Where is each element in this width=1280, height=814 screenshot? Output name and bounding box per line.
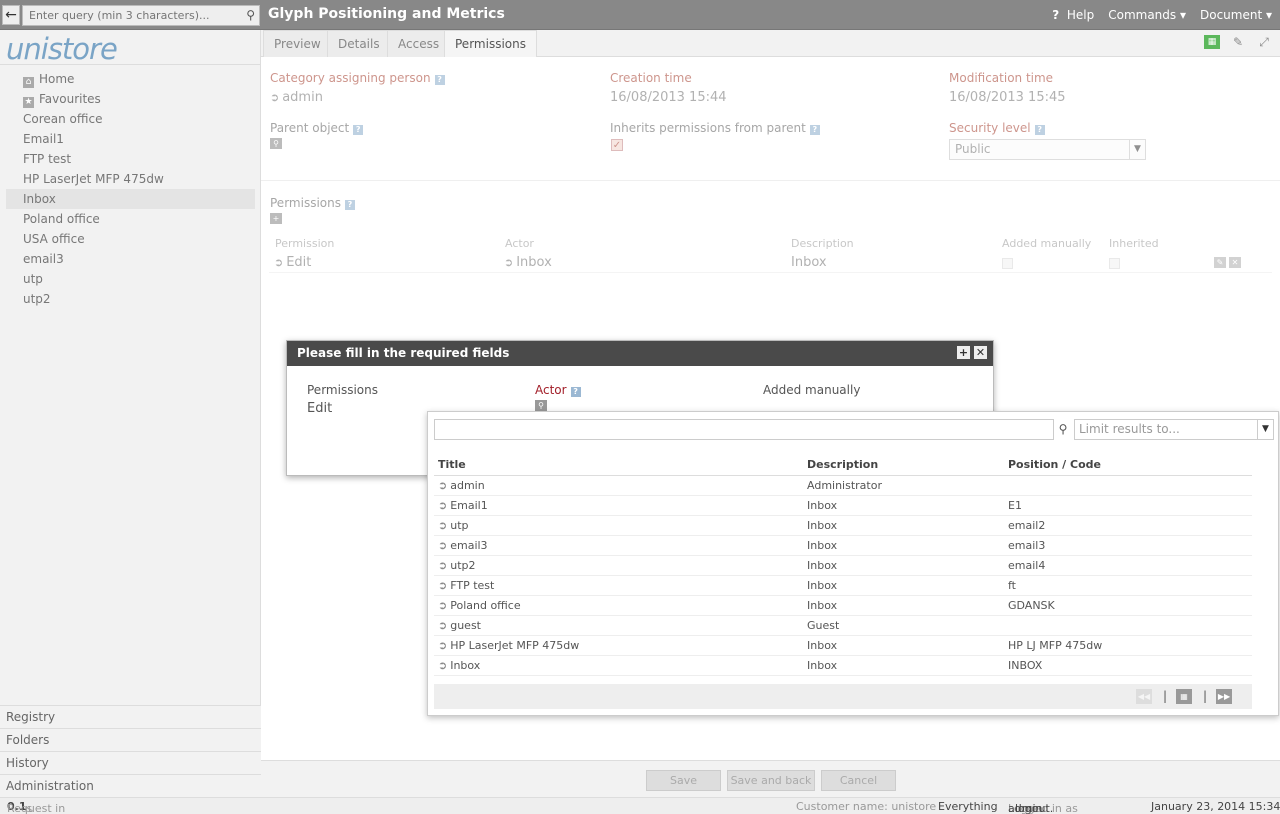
lookup-search-input[interactable] <box>435 420 1035 439</box>
col-position-code: Position / Code <box>1004 454 1252 476</box>
lookup-search <box>434 419 1054 440</box>
dialog-controls: + ✕ <box>957 346 987 359</box>
tab-permissions[interactable]: Permissions <box>444 30 537 57</box>
table-row[interactable]: ➲ utp Inbox email2 <box>434 515 1252 536</box>
link-icon: ➲ <box>438 598 448 612</box>
sidebar-item-home[interactable]: ⌂ Home <box>6 69 255 89</box>
global-search: ⚲ <box>22 5 260 26</box>
search-icon[interactable]: ⚲ <box>1055 419 1071 440</box>
datetime: January 23, 2014 15:34:24 <box>1151 800 1280 813</box>
divider: | <box>1163 689 1168 703</box>
search-icon[interactable]: ⚲ <box>246 8 255 22</box>
sidebar-item-utp2[interactable]: utp2 <box>6 289 255 309</box>
chevron-down-icon: ▼ <box>1257 420 1273 439</box>
link-icon: ➲ <box>438 538 448 552</box>
status-bar: Request in 0.1 s Customer name: unistore … <box>0 797 1280 814</box>
sidebar-history[interactable]: History <box>0 751 261 774</box>
edit-icon[interactable]: ✎ <box>1230 35 1246 49</box>
actor-lookup-panel: ⚲ Limit results to... ▼ Title Description… <box>427 411 1279 716</box>
link-icon: ➲ <box>438 618 448 632</box>
table-row[interactable]: ➲ Inbox Inbox INBOX <box>434 655 1252 676</box>
help-icon[interactable]: ? <box>570 387 581 397</box>
tab-details[interactable]: Details <box>327 30 391 57</box>
sidebar-item-usa-office[interactable]: USA office <box>6 229 255 249</box>
document-menu[interactable]: Document ▾ <box>1200 8 1272 22</box>
sidebar: unistore ⌂ Home ★ Favourites Corean office… <box>0 30 261 814</box>
customer-name: Customer name: unistore <box>796 800 937 813</box>
dialog-header: Please fill in the required fields + ✕ <box>287 341 993 366</box>
dialog-title: Please fill in the required fields <box>297 346 510 360</box>
link-icon: ➲ <box>438 498 448 512</box>
divider <box>0 64 261 65</box>
tab-preview[interactable]: Preview <box>263 30 332 57</box>
table-view-icon[interactable]: ▦ <box>1204 35 1220 49</box>
logout-link[interactable]: . logout. <box>1008 802 1053 814</box>
top-bar: ← ⚲ Glyph Positioning and Metrics ? Help… <box>0 0 1280 30</box>
help-menu[interactable]: ? Help <box>1052 8 1094 22</box>
request-time: Request in 0.1 s <box>7 800 66 814</box>
dialog-actor-label: Actor? <box>535 383 581 397</box>
link-icon: ➲ <box>438 638 448 652</box>
link-icon: ➲ <box>438 518 448 532</box>
prev-page-icon[interactable]: ◀◀ <box>1136 689 1152 704</box>
table-row[interactable]: ➲ Email1 Inbox E1 <box>434 495 1252 516</box>
star-icon: ★ <box>23 97 34 108</box>
sidebar-registry[interactable]: Registry <box>0 705 261 728</box>
link-icon: ➲ <box>438 478 448 492</box>
sidebar-item-inbox[interactable]: Inbox <box>6 189 255 209</box>
table-row[interactable]: ➲ admin Administrator <box>434 475 1252 496</box>
home-icon: ⌂ <box>23 77 34 88</box>
sidebar-item-hp-laserjet[interactable]: HP LaserJet MFP 475dw <box>6 169 255 189</box>
tab-bar: Preview Details Access Permissions ▦ ✎ ⤢ <box>261 30 1280 57</box>
col-description: Description <box>803 454 1004 476</box>
dialog-permissions-value: Edit <box>307 401 333 416</box>
link-icon: ➲ <box>438 558 448 572</box>
help-icon: ? <box>1052 8 1060 22</box>
dialog-added-label: Added manually <box>763 383 861 397</box>
table-row[interactable]: ➲ guest Guest <box>434 615 1252 636</box>
sidebar-item-utp[interactable]: utp <box>6 269 255 289</box>
sidebar-folders[interactable]: Folders <box>0 728 261 751</box>
table-row[interactable]: ➲ utp2 Inbox email4 <box>434 555 1252 576</box>
close-icon[interactable]: ✕ <box>974 346 987 359</box>
sidebar-administration[interactable]: Administration <box>0 774 261 797</box>
save-button[interactable]: Save <box>646 770 721 791</box>
sidebar-item-favourites[interactable]: ★ Favourites <box>6 89 255 109</box>
col-title: Title <box>434 454 803 476</box>
sidebar-item-corean-office[interactable]: Corean office <box>6 109 255 129</box>
search-input[interactable] <box>23 6 233 25</box>
expand-icon[interactable]: ⤢ <box>1256 35 1272 49</box>
table-row[interactable]: ➲ Poland office Inbox GDANSK <box>434 595 1252 616</box>
scope-selector[interactable]: Everything <box>938 800 998 813</box>
top-menu: ? Help Commands ▾ Document ▾ <box>1052 8 1272 22</box>
dialog-permissions-label: Permissions <box>307 383 378 397</box>
tab-access[interactable]: Access <box>387 30 451 57</box>
logo: unistore <box>6 32 118 66</box>
sidebar-item-email3[interactable]: email3 <box>6 249 255 269</box>
sidebar-item-ftp-test[interactable]: FTP test <box>6 149 255 169</box>
limit-results-select[interactable]: Limit results to... ▼ <box>1074 419 1274 440</box>
commands-menu[interactable]: Commands ▾ <box>1108 8 1186 22</box>
link-icon: ➲ <box>438 658 448 672</box>
sidebar-item-poland-office[interactable]: Poland office <box>6 209 255 229</box>
sidebar-item-email1[interactable]: Email1 <box>6 129 255 149</box>
page-title: Glyph Positioning and Metrics <box>268 6 505 22</box>
table-row[interactable]: ➲ HP LaserJet MFP 475dw Inbox HP LJ MFP 475… <box>434 635 1252 656</box>
sidebar-list: ⌂ Home ★ Favourites Corean office Email1 F… <box>6 69 255 309</box>
lookup-table: Title Description Position / Code ➲ admin… <box>434 454 1252 676</box>
action-bar: Save Save and back Cancel <box>261 760 1280 797</box>
lookup-pagination: ◀◀ | ▦ | ▶▶ <box>434 684 1252 709</box>
table-row[interactable]: ➲ email3 Inbox email3 <box>434 535 1252 556</box>
actor-lookup-icon[interactable]: ⚲ <box>535 400 547 411</box>
divider: | <box>1203 689 1208 703</box>
table-icon[interactable]: ▦ <box>1176 689 1192 704</box>
link-icon: ➲ <box>438 578 448 592</box>
back-arrow-icon[interactable]: ← <box>2 5 20 25</box>
cancel-button[interactable]: Cancel <box>821 770 896 791</box>
tab-tools: ▦ ✎ ⤢ <box>1204 35 1272 49</box>
maximize-icon[interactable]: + <box>957 346 970 359</box>
table-row[interactable]: ➲ FTP test Inbox ft <box>434 575 1252 596</box>
save-and-back-button[interactable]: Save and back <box>727 770 815 791</box>
next-page-icon[interactable]: ▶▶ <box>1216 689 1232 704</box>
